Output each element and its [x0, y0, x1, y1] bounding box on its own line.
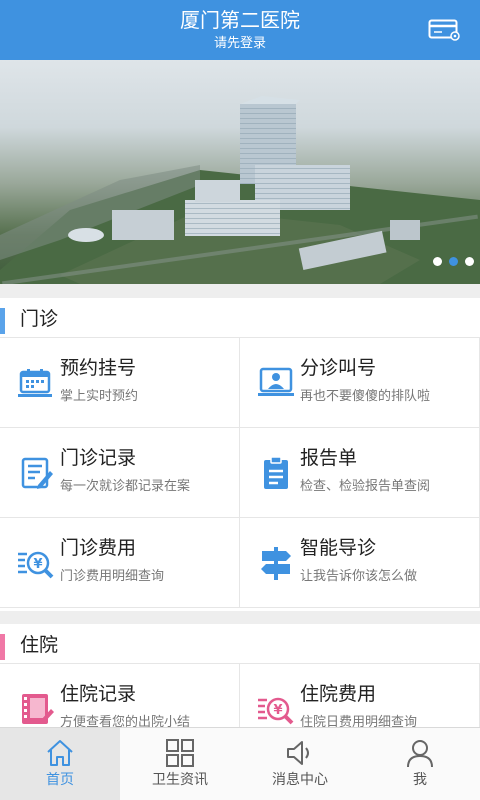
fee-search-icon: ¥ [258, 697, 294, 725]
record-icon [21, 457, 53, 489]
appointment-button[interactable]: 预约挂号 掌上实时预约 [0, 338, 240, 428]
inpatient-section: 住院 住院记录 方便查看您的出院小结 ¥ 住院费用 住院日费用明细查询 [0, 624, 480, 727]
user-icon [407, 740, 433, 768]
nav-me[interactable]: 我 [360, 728, 480, 800]
nav-message-center[interactable]: 消息中心 [240, 728, 360, 800]
hospital-title: 厦门第二医院 [180, 8, 300, 32]
inpatient-section-header: 住院 [0, 624, 480, 664]
home-icon [47, 740, 73, 766]
calendar-icon [18, 369, 52, 397]
cell-title: 预约挂号 [60, 357, 137, 379]
cell-title: 门诊记录 [60, 447, 137, 469]
svg-text:¥: ¥ [33, 557, 42, 572]
card-icon[interactable] [428, 17, 460, 41]
hospital-banner[interactable] [0, 60, 480, 284]
cell-title: 住院费用 [300, 683, 377, 705]
speaker-icon [287, 741, 309, 765]
carousel-dot[interactable] [465, 257, 474, 266]
cell-subtitle: 掌上实时预约 [60, 389, 139, 404]
grid-icon [166, 739, 194, 767]
cell-subtitle: 检查、检验报告单查阅 [300, 479, 431, 494]
login-prompt[interactable]: 请先登录 [0, 35, 480, 53]
cell-title: 门诊费用 [60, 537, 137, 559]
section-title: 住院 [20, 634, 59, 656]
cell-subtitle: 门诊费用明细查询 [60, 569, 165, 584]
carousel-dots [433, 257, 474, 266]
cell-subtitle: 住院日费用明细查询 [300, 715, 418, 727]
nav-label: 消息中心 [272, 772, 328, 788]
signpost-icon [261, 547, 291, 580]
inpatient-fee-button[interactable]: ¥ 住院费用 住院日费用明细查询 [240, 664, 480, 727]
queue-icon [258, 367, 294, 396]
fee-search-icon: ¥ [18, 551, 54, 579]
hospital-building-image [0, 96, 480, 284]
section-title: 门诊 [20, 308, 59, 330]
nav-health-news[interactable]: 卫生资讯 [120, 728, 240, 800]
outpatient-section-header: 门诊 [0, 298, 480, 338]
cell-title: 报告单 [300, 447, 358, 469]
cell-subtitle: 让我告诉你该怎么做 [300, 569, 418, 584]
outpatient-section: 门诊 预约挂号 掌上实时预约 分诊叫号 再也不要傻傻的排队啦 门诊记录 每一次就… [0, 298, 480, 611]
carousel-dot-active[interactable] [449, 257, 458, 266]
nav-home[interactable]: 首页 [0, 728, 120, 800]
svg-text:¥: ¥ [273, 703, 282, 718]
cell-subtitle: 再也不要傻傻的排队啦 [300, 389, 431, 404]
section-accent-bar [0, 308, 5, 334]
carousel-dot[interactable] [433, 257, 442, 266]
nav-label: 卫生资讯 [152, 772, 208, 788]
smart-guide-button[interactable]: 智能导诊 让我告诉你该怎么做 [240, 518, 480, 608]
nav-label: 首页 [46, 772, 74, 788]
cell-subtitle: 每一次就诊都记录在案 [60, 479, 191, 494]
section-accent-bar [0, 634, 5, 660]
triage-queue-button[interactable]: 分诊叫号 再也不要傻傻的排队啦 [240, 338, 480, 428]
outpatient-record-button[interactable]: 门诊记录 每一次就诊都记录在案 [0, 428, 240, 518]
cell-title: 住院记录 [60, 683, 137, 705]
cell-title: 分诊叫号 [300, 357, 377, 379]
cell-subtitle: 方便查看您的出院小结 [60, 715, 191, 727]
app-header: 厦门第二医院 请先登录 [0, 0, 480, 60]
nav-label: 我 [413, 772, 427, 788]
cell-title: 智能导诊 [300, 537, 377, 559]
inpatient-record-button[interactable]: 住院记录 方便查看您的出院小结 [0, 664, 240, 727]
outpatient-fee-button[interactable]: ¥ 门诊费用 门诊费用明细查询 [0, 518, 240, 608]
report-button[interactable]: 报告单 检查、检验报告单查阅 [240, 428, 480, 518]
film-icon [22, 694, 54, 724]
bottom-nav: 首页 卫生资讯 消息中心 我 [0, 727, 480, 800]
report-icon [264, 456, 288, 489]
